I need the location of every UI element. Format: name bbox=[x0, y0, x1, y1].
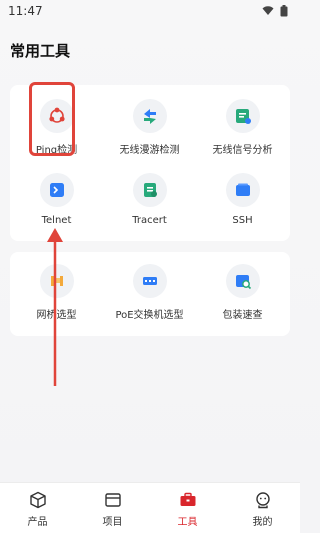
package-lookup-icon bbox=[225, 264, 260, 298]
tool-roaming[interactable]: 无线漫游检测 bbox=[103, 89, 196, 159]
nav-item-profile[interactable]: 我的 bbox=[225, 483, 300, 533]
tool-telnet[interactable]: Telnet bbox=[10, 163, 103, 233]
tracert-icon bbox=[132, 173, 167, 207]
tool-ssh[interactable]: SSH bbox=[196, 163, 289, 233]
wifi-icon bbox=[262, 6, 274, 15]
roaming-icon bbox=[132, 99, 167, 133]
ssh-icon bbox=[225, 173, 260, 207]
profile-icon bbox=[255, 492, 270, 509]
highlight-box bbox=[29, 82, 75, 156]
battery-icon bbox=[280, 5, 288, 17]
tool-label: Telnet bbox=[41, 215, 72, 226]
tool-label: SSH bbox=[232, 215, 253, 226]
telnet-icon bbox=[39, 173, 74, 207]
toolbox-icon bbox=[180, 492, 195, 506]
poe-switch-icon bbox=[132, 264, 167, 298]
tool-label: 无线漫游检测 bbox=[119, 145, 180, 156]
tool-label: PoE交换机选型 bbox=[115, 310, 184, 321]
product-icon bbox=[29, 491, 46, 509]
annotation-arrow bbox=[47, 228, 63, 386]
nav-label: 项目 bbox=[102, 517, 123, 528]
nav-item-tools[interactable]: 工具 bbox=[150, 483, 225, 533]
tool-label: 无线信号分析 bbox=[212, 145, 273, 156]
status-time: 11:47 bbox=[8, 4, 43, 18]
signal-analysis-icon bbox=[225, 99, 260, 133]
nav-label: 我的 bbox=[252, 517, 273, 528]
tool-label: 包装速查 bbox=[222, 310, 263, 321]
nav-label: 工具 bbox=[177, 517, 198, 528]
status-icons bbox=[262, 5, 288, 17]
nav-item-product[interactable]: 产品 bbox=[0, 483, 75, 533]
page-title: 常用工具 bbox=[10, 42, 71, 60]
tool-signal-analysis[interactable]: 无线信号分析 bbox=[196, 89, 289, 159]
nav-item-project[interactable]: 项目 bbox=[75, 483, 150, 533]
nav-label: 产品 bbox=[27, 517, 48, 528]
project-icon bbox=[104, 493, 121, 507]
tool-poe-switch[interactable]: PoE交换机选型 bbox=[103, 254, 196, 324]
status-bar: 11:47 bbox=[0, 0, 300, 22]
bottom-nav: 产品 项目 工具 我的 bbox=[0, 482, 300, 533]
tool-package-lookup[interactable]: 包装速查 bbox=[196, 254, 289, 324]
tool-label: Tracert bbox=[132, 215, 167, 226]
tool-tracert[interactable]: Tracert bbox=[103, 163, 196, 233]
